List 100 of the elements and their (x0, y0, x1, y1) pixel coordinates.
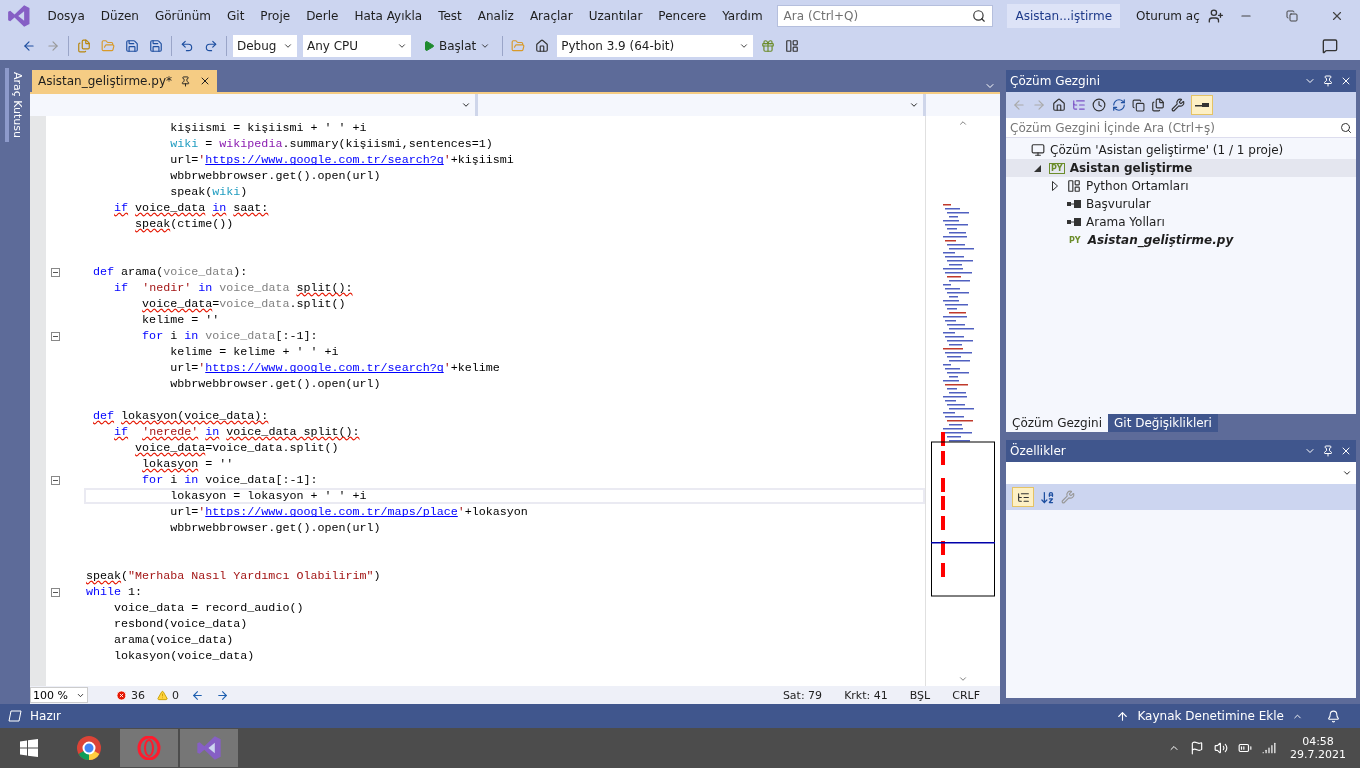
switch-views-icon[interactable] (1072, 98, 1086, 112)
code-line: arama(voice_data) (113, 633, 234, 647)
collapsed-caret-icon[interactable] (1052, 181, 1058, 191)
folder-search-icon (511, 39, 526, 53)
menu-item[interactable]: Analiz (469, 9, 522, 23)
tree-item[interactable]: PY Asistan_geliştirme.py (1006, 231, 1356, 249)
configuration-dropdown[interactable]: Debug (233, 35, 297, 57)
clock[interactable]: 04:58 29.7.2021 (1280, 735, 1360, 761)
solution-icon (1031, 143, 1045, 157)
menu-item[interactable]: Derle (298, 9, 347, 23)
layout-icon (785, 39, 800, 53)
menu-item[interactable]: Uzantılar (580, 9, 651, 23)
collapse-all-icon[interactable] (1132, 98, 1145, 112)
code-line: wbbrwebbrowser.get().open(url) (169, 169, 381, 183)
menu-item[interactable]: Dosya (39, 9, 93, 23)
source-control-button[interactable]: Kaynak Denetimine Ekle (1137, 709, 1284, 723)
menu-item[interactable]: Görünüm (146, 9, 219, 23)
home-icon (535, 39, 550, 53)
caret-icon (397, 41, 407, 51)
tree-item[interactable]: Arama Yolları (1006, 213, 1356, 231)
tree-item[interactable]: PY Asistan geliştirme (1006, 159, 1356, 177)
pin-icon[interactable] (1322, 75, 1334, 87)
code-line: kelime = kelime + ' ' +i (169, 345, 339, 359)
close-icon[interactable] (1340, 75, 1352, 87)
show-all-files-icon[interactable] (1151, 98, 1165, 112)
properties-icon[interactable] (1171, 98, 1185, 112)
sign-in-link[interactable]: Oturum aç (1136, 9, 1200, 23)
save-icon (125, 39, 139, 53)
solution-search-field[interactable]: Çözüm Gezgini İçinde Ara (Ctrl+ş) (1006, 118, 1356, 138)
collapse-icon[interactable] (51, 331, 60, 341)
close-icon[interactable] (1340, 445, 1352, 457)
tree-item[interactable]: Başvurular (1006, 195, 1356, 213)
ide-logo-icon (195, 734, 223, 762)
collapse-icon[interactable] (51, 587, 60, 597)
menu-item[interactable]: Hata Ayıkla (346, 9, 431, 23)
warning-count[interactable]: 0 (172, 688, 179, 702)
warning-icon (157, 689, 168, 701)
sort-alphabetical-icon[interactable] (1040, 489, 1055, 505)
categorized-button[interactable] (1012, 487, 1034, 507)
caret-icon (909, 100, 919, 110)
scroll-up-icon[interactable] (958, 118, 968, 128)
python-project-icon: PY (1049, 162, 1065, 174)
caret-icon (461, 100, 471, 110)
pending-changes-icon[interactable] (1092, 98, 1106, 112)
save-all-icon (149, 39, 163, 53)
code-line: voice_data=voice_data.split() (134, 441, 339, 455)
menu-item[interactable]: Git (219, 9, 253, 23)
scroll-down-icon[interactable] (958, 674, 968, 684)
collapse-icon[interactable] (51, 267, 60, 277)
restore-icon (1285, 10, 1298, 22)
preview-toggle-button[interactable] (1191, 95, 1213, 115)
code-line: speak("Merhaba Nasıl Yardımcı Olabilirim") (86, 569, 381, 583)
new-item-icon (77, 39, 91, 53)
caret-icon (739, 41, 750, 51)
pin-icon[interactable] (1322, 445, 1334, 457)
menu-item[interactable]: Düzen (92, 9, 147, 23)
close-tab-icon[interactable] (199, 75, 211, 87)
code-line: voice_data = record_audio() (113, 601, 304, 615)
ring-logo-icon (137, 736, 161, 760)
menu-item[interactable]: Yardım (714, 9, 771, 23)
tree-item[interactable]: Python Ortamları (1006, 177, 1356, 195)
zoom-dropdown[interactable]: 100 % (30, 687, 88, 703)
solution-name-badge[interactable]: Asistan...iştirme (1007, 4, 1121, 28)
refresh-icon[interactable] (1112, 98, 1126, 112)
caret-icon (283, 41, 293, 51)
collapse-icon[interactable] (51, 475, 60, 485)
notification-icon[interactable] (1327, 709, 1340, 723)
flag-icon[interactable] (1190, 741, 1204, 755)
volume-icon[interactable] (1214, 741, 1228, 755)
search-field[interactable]: Ara (Ctrl+Q) (776, 5, 994, 27)
menu-item[interactable]: Pencere (650, 9, 715, 23)
search-icon (972, 9, 987, 23)
menu-item[interactable]: Test (430, 9, 470, 23)
tree-item[interactable]: Çözüm 'Asistan geliştirme' (1 / 1 proje) (1006, 141, 1356, 159)
expanded-caret-icon[interactable] (1034, 164, 1041, 172)
previous-issue-icon[interactable] (191, 688, 204, 702)
panel-tab[interactable]: Çözüm Gezgini (1006, 414, 1108, 432)
panel-tab[interactable]: Git Değişiklikleri (1108, 414, 1218, 432)
start-button[interactable]: Başlat (417, 38, 497, 54)
reference-icon (1067, 200, 1081, 208)
signal-icon[interactable] (1262, 741, 1276, 755)
code-line: url='https://www.google.com.tr/maps/place'+lokasyon (169, 505, 528, 519)
play-icon (423, 40, 435, 52)
arrow-up-icon (1116, 709, 1130, 723)
pin-icon[interactable] (180, 75, 191, 87)
platform-dropdown[interactable]: Any CPU (303, 35, 411, 57)
menu-item[interactable]: Araçlar (521, 9, 581, 23)
document-tab[interactable]: Asistan_geliştirme.py* (32, 70, 217, 92)
battery-icon[interactable] (1238, 741, 1252, 755)
error-count[interactable]: 36 (131, 688, 145, 702)
environment-dropdown[interactable]: Python 3.9 (64-bit) (557, 35, 754, 57)
home-icon[interactable] (1052, 98, 1066, 112)
code-line: for i in voice_data[:-1]: (141, 473, 318, 487)
menu-item[interactable]: Proje (252, 9, 299, 23)
user-add-icon[interactable] (1207, 8, 1224, 24)
next-issue-icon[interactable] (216, 688, 229, 702)
code-line: def arama(voice_data): (92, 265, 248, 279)
environments-icon (1067, 179, 1081, 193)
app-logo-icon (6, 3, 32, 29)
code-line: if 'nedir' in voice_data split(): (113, 281, 353, 295)
